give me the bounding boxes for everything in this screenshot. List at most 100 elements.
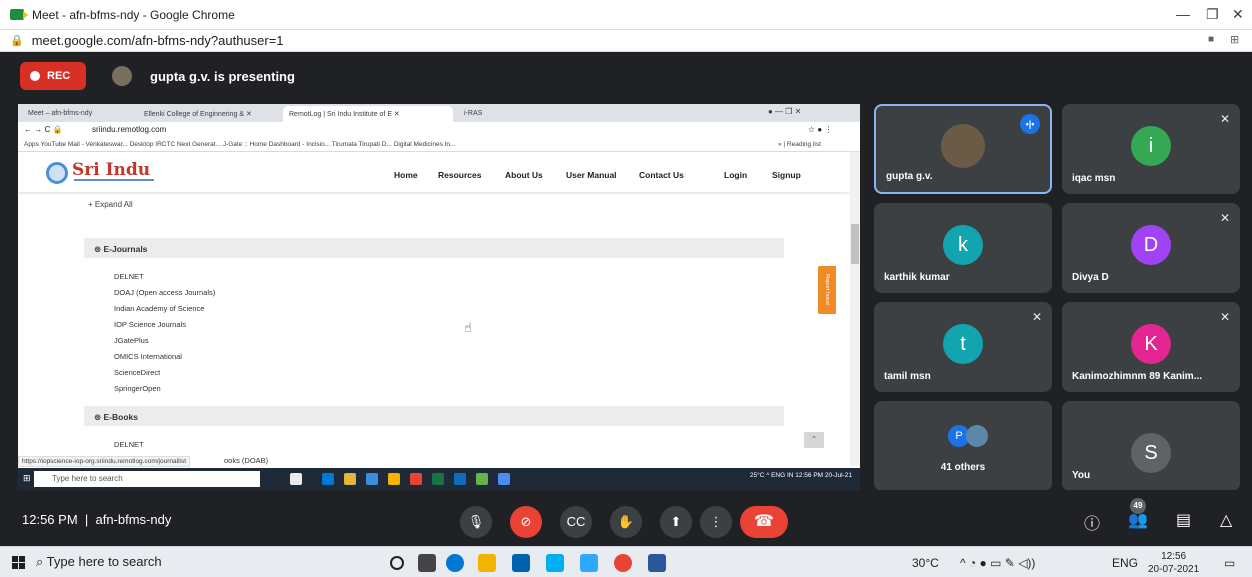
shared-url: sriindu.remotlog.com	[92, 125, 167, 134]
participant-tile[interactable]: ✕ K Kanimozhimnm 89 Kanim...	[1062, 302, 1240, 392]
journal-item: Indian Academy of Science	[114, 304, 205, 313]
taskbar-clock[interactable]: 12:56 20-07-2021	[1148, 550, 1199, 576]
participant-tile[interactable]: ✕ i iqac msn	[1062, 104, 1240, 194]
address-bar[interactable]: 🔒 meet.google.com/afn-bfms-ndy?authuser=…	[0, 30, 1252, 52]
meeting-time: 12:56 PM | afn-bfms-ndy	[22, 512, 172, 527]
participant-photo	[941, 124, 985, 168]
recording-indicator: REC	[20, 62, 86, 90]
shared-scrollbar	[850, 152, 860, 466]
presenting-label: gupta g.v. is presenting	[150, 69, 295, 84]
nav-about-us: About Us	[505, 170, 543, 180]
mic-off-icon: ✕	[1031, 310, 1042, 324]
lock-icon: 🔒	[10, 35, 24, 47]
url-text[interactable]: meet.google.com/afn-bfms-ndy?authuser=1	[32, 33, 284, 48]
sri-indu-logo-icon	[46, 162, 68, 184]
window-title: Meet - afn-bfms-ndy - Google Chrome	[32, 7, 235, 22]
shared-nav-icons: ← → C 🔒	[24, 125, 63, 134]
leave-call-button[interactable]: ☎	[740, 506, 788, 538]
minimize-button[interactable]: —	[1176, 6, 1190, 22]
mic-off-icon: ✕	[1219, 211, 1230, 225]
cortana-icon[interactable]	[390, 556, 404, 570]
participant-tile[interactable]: •|• gupta g.v.	[874, 104, 1052, 194]
chat-icon[interactable]: ▤	[1176, 510, 1191, 530]
participant-name: Divya D	[1072, 272, 1109, 283]
info-icon[interactable]: ⓘ	[1084, 510, 1100, 534]
people-icon[interactable]: 👥	[1128, 510, 1148, 530]
camera-icon[interactable]: ■	[1208, 34, 1214, 45]
participant-avatar: D	[1131, 225, 1171, 265]
others-count: 41 others	[940, 462, 986, 473]
report-issue-tab: Report Issue	[818, 266, 836, 314]
raise-hand-button[interactable]: ✋	[610, 506, 642, 538]
extension-icon[interactable]: ⊞	[1230, 33, 1239, 46]
self-name: You	[1072, 470, 1091, 481]
microphone-button[interactable]: 🎙	[460, 506, 492, 538]
participant-name: iqac msn	[1072, 173, 1116, 184]
shared-tray: 25°C ^ ENG IN 12:56 PM 20-Jul-21	[749, 472, 852, 479]
speaking-indicator-icon: •|•	[1020, 114, 1040, 134]
participant-avatar: K	[1131, 324, 1171, 364]
shared-tab-remotlog: RemotLog | Sri Indu Institute of E ✕	[283, 106, 453, 122]
shared-taskbar-search: Type here to search	[34, 471, 260, 487]
shared-app-icon	[322, 473, 334, 485]
participant-tile[interactable]: k karthik kumar	[874, 203, 1052, 293]
chrome-icon[interactable]	[614, 554, 632, 572]
journal-item: DOAJ (Open access Journals)	[114, 288, 216, 297]
camera-off-button[interactable]: ⊘	[510, 506, 542, 538]
taskbar-search[interactable]: ⌕ Type here to search	[36, 554, 162, 570]
chrome-title-bar: Meet - afn-bfms-ndy - Google Chrome — ❐ …	[0, 0, 1252, 30]
shared-window-controls: ● — ❐ ✕	[768, 107, 802, 116]
participant-name: Kanimozhimnm 89 Kanim...	[1072, 371, 1203, 382]
activities-icon[interactable]: △	[1220, 510, 1232, 530]
captions-button[interactable]: CC	[560, 506, 592, 538]
more-options-button[interactable]: ⋮	[700, 506, 732, 538]
word-icon[interactable]	[648, 554, 666, 572]
participant-avatar: i	[1131, 126, 1171, 166]
participant-tile[interactable]: ✕ D Divya D	[1062, 203, 1240, 293]
self-tile[interactable]: S You	[1062, 401, 1240, 491]
nav-home: Home	[394, 170, 418, 180]
mic-off-icon: ✕	[1219, 310, 1230, 324]
others-tile[interactable]: P 41 others	[874, 401, 1052, 491]
tray-icons[interactable]: ^ ◔ ● ▭ ✎ ◁))	[960, 556, 1035, 570]
shared-app-icon	[388, 473, 400, 485]
participant-name: gupta g.v.	[886, 171, 933, 182]
windows-taskbar: ⌕ Type here to search 30°C ^ ◔ ● ▭ ✎ ◁))…	[0, 546, 1252, 577]
photoshop-icon[interactable]	[580, 554, 598, 572]
windows-start-icon[interactable]	[12, 556, 25, 569]
present-button[interactable]: ⬆	[660, 506, 692, 538]
shared-address-bar: ← → C 🔒 sriindu.remotlog.com ☆ ● ⋮	[18, 122, 860, 138]
shared-reading-list: » | Reading list	[778, 141, 821, 148]
file-explorer-icon[interactable]	[478, 554, 496, 572]
participant-avatar: k	[943, 225, 983, 265]
edge-icon[interactable]	[446, 554, 464, 572]
nav-contact-us: Contact Us	[639, 170, 684, 180]
shared-tab-ellenki: Ellenki College of Enginnering & ✕	[144, 111, 252, 118]
shared-windows-icon: ⊞	[23, 473, 31, 483]
shared-app-icon	[454, 473, 466, 485]
mail-icon[interactable]	[512, 554, 530, 572]
journal-item: ScienceDirect	[114, 368, 161, 377]
weather-widget[interactable]: 30°C	[912, 556, 939, 570]
notifications-icon[interactable]: ▭	[1224, 556, 1235, 570]
journal-item: OMICS International	[114, 352, 182, 361]
maximize-button[interactable]: ❐	[1206, 6, 1219, 23]
close-window-button[interactable]: ✕	[1232, 6, 1244, 23]
shared-taskbar: ⊞ Type here to search 25°C ^ ENG IN 12:5…	[18, 468, 860, 490]
participant-name: karthik kumar	[884, 272, 950, 283]
rec-label: REC	[47, 70, 71, 82]
skype-icon[interactable]	[546, 554, 564, 572]
language-indicator[interactable]: ENG	[1112, 556, 1138, 570]
meet-favicon-icon	[10, 9, 28, 20]
participant-tile[interactable]: ✕ t tamil msn	[874, 302, 1052, 392]
shared-excel-icon	[432, 473, 444, 485]
ebooks-section: ⊗ E-Books	[84, 406, 784, 426]
scroll-top-button: ⌃	[804, 432, 824, 448]
journal-item: IOP Science Journals	[114, 320, 186, 329]
status-url: https://iopscience-iop-org.sriindu.remot…	[18, 456, 191, 467]
task-view-icon[interactable]	[418, 554, 436, 572]
nav-signup: Signup	[772, 170, 801, 180]
logo-underline	[74, 179, 154, 181]
shared-cortana-icon	[290, 473, 302, 485]
shared-tab-iras: i-RAS	[464, 110, 483, 117]
